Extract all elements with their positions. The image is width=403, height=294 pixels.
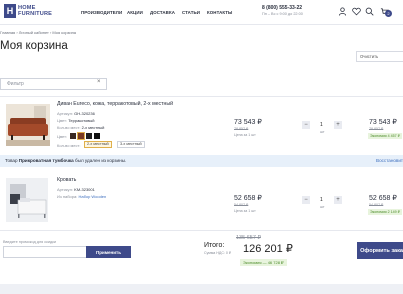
total-savings-badge: Экономия — 46 728 ₽ [240,259,287,266]
color-picker-label: Цвет: [57,134,68,139]
seat-picker-label: Кол-во мест: [57,143,81,148]
nav-contacts[interactable]: КОНТАКТЫ [207,10,232,15]
vat-amount: Сумма НДС: 0 ₽ [204,251,232,255]
product-set: Из набора: Набор Wooden [57,194,106,199]
cart-count-badge: 2 [385,10,392,17]
quantity-unit: шт [320,205,325,209]
search-icon[interactable] [365,7,374,16]
page-title: Моя корзина [0,40,68,52]
seat-option-selected[interactable]: 2-х местный [84,141,112,148]
unit-price: 73 543 ₽ [234,119,262,126]
set-label: Из набора: [57,194,78,199]
promo-label: Введите промокод для скидки [3,240,56,244]
nav-manufacturers[interactable]: ПРОИЗВОДИТЕЛИ [81,10,122,15]
restore-link[interactable]: Восстановить [376,155,403,167]
notice-product: Прикроватная тумбочка [18,158,74,163]
unit-price: 52 658 ₽ [234,195,262,202]
logo-mark[interactable]: H [4,4,16,18]
color-value: Терракотовый [68,118,95,123]
footer-band [0,284,403,294]
heart-icon[interactable] [352,7,361,16]
color-swatch-selected[interactable] [77,132,85,140]
product-name[interactable]: Диван Eureco, кожа, терракотовый, 2-х ме… [57,101,173,107]
set-link[interactable]: Набор Wooden [78,194,106,199]
nav-delivery[interactable]: ДОСТАВКА [150,10,175,15]
nav-articles[interactable]: СТАТЬИ [182,10,200,15]
unit-price-label: Цена за 1 шт [234,133,256,137]
product-sku: Артикул: GH-320236 [57,111,95,116]
product-name[interactable]: Кровать [57,177,76,183]
quantity-decrease-button[interactable]: − [302,196,310,204]
notice-suffix: был удален из корзины. [75,158,127,163]
seats-value: 2-х местный [81,125,105,130]
clear-filter-icon[interactable]: × [97,79,101,85]
color-swatch[interactable] [86,133,92,139]
color-label: Цвет: [57,118,68,123]
quantity-unit: шт [320,130,325,134]
unit-old-price: 78 857 ₽ [234,127,249,131]
apply-promo-button[interactable]: Применить [86,246,131,258]
notice-prefix: Товар [5,158,18,163]
unit-old-price: 54 807 ₽ [234,203,249,207]
product-sku: Артикул: KM-323001 [57,187,95,192]
seats-label: Кол-во мест: [57,125,81,130]
color-swatch[interactable] [94,133,100,139]
quantity-increase-button[interactable]: + [334,121,342,129]
quantity-decrease-button[interactable]: − [302,121,310,129]
filter-input[interactable]: Фильтр [0,78,107,90]
color-swatch[interactable] [70,133,76,139]
sku-value: GH-320236 [74,111,95,116]
line-old-total: 78 857 ₽ [369,127,384,131]
product-image-bed[interactable] [6,178,48,222]
phone-number[interactable]: 8 (800) 555-33-22 [262,5,302,11]
total-old-price: 135 657 ₽ [236,235,261,241]
removed-item-notice: Товар Прикроватная тумбочка был удален и… [0,155,403,167]
breadcrumb[interactable]: Главная › Личный кабинет › Моя корзина [0,30,76,35]
product-color: Цвет: Терракотовый [57,118,95,123]
line-old-total: 54 807 ₽ [369,203,384,207]
total-price: 126 201 ₽ [243,243,293,255]
line-total: 73 543 ₽ [369,119,397,126]
seat-option[interactable]: 3-х местный [117,141,145,148]
promo-code-input[interactable] [3,246,91,258]
total-label: Итого: [204,242,225,249]
list-divider [0,96,403,97]
quantity-increase-button[interactable]: + [334,196,342,204]
product-seats: Кол-во мест: 2-х местный [57,125,104,130]
logo-line-2: FURNITURE [18,11,53,17]
summary-divider [0,230,403,231]
savings-badge: Экономия 2 149 ₽ [368,209,402,215]
product-image-sofa[interactable] [6,104,50,146]
logo-text[interactable]: HOME FURNITURE [18,5,52,17]
user-icon[interactable] [338,7,347,16]
header-divider [0,24,403,25]
checkout-button[interactable]: Оформить заказ [357,242,403,259]
working-hours: Пн – Вс с 9:00 до 22:00 [262,12,303,16]
quantity-value[interactable]: 1 [320,122,323,128]
unit-price-label: Цена за 1 шт [234,209,256,213]
line-total: 52 658 ₽ [369,195,397,202]
sku-value: KM-323001 [74,187,95,192]
nav-promotions[interactable]: АКЦИИ [127,10,143,15]
sku-label: Артикул: [57,187,74,192]
savings-badge: Экономия 4 457 ₽ [368,133,402,139]
clear-cart-button[interactable]: Очистить [356,51,403,62]
sku-label: Артикул: [57,111,74,116]
quantity-value[interactable]: 1 [320,197,323,203]
